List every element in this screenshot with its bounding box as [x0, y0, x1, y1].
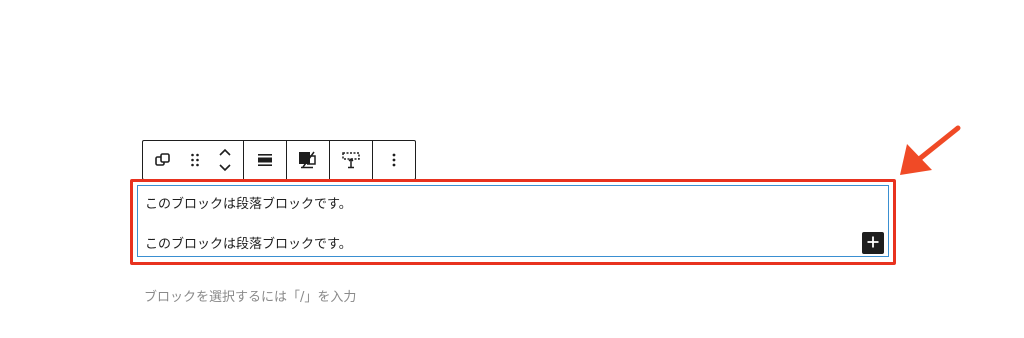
- annotation-arrow-icon: [900, 125, 961, 175]
